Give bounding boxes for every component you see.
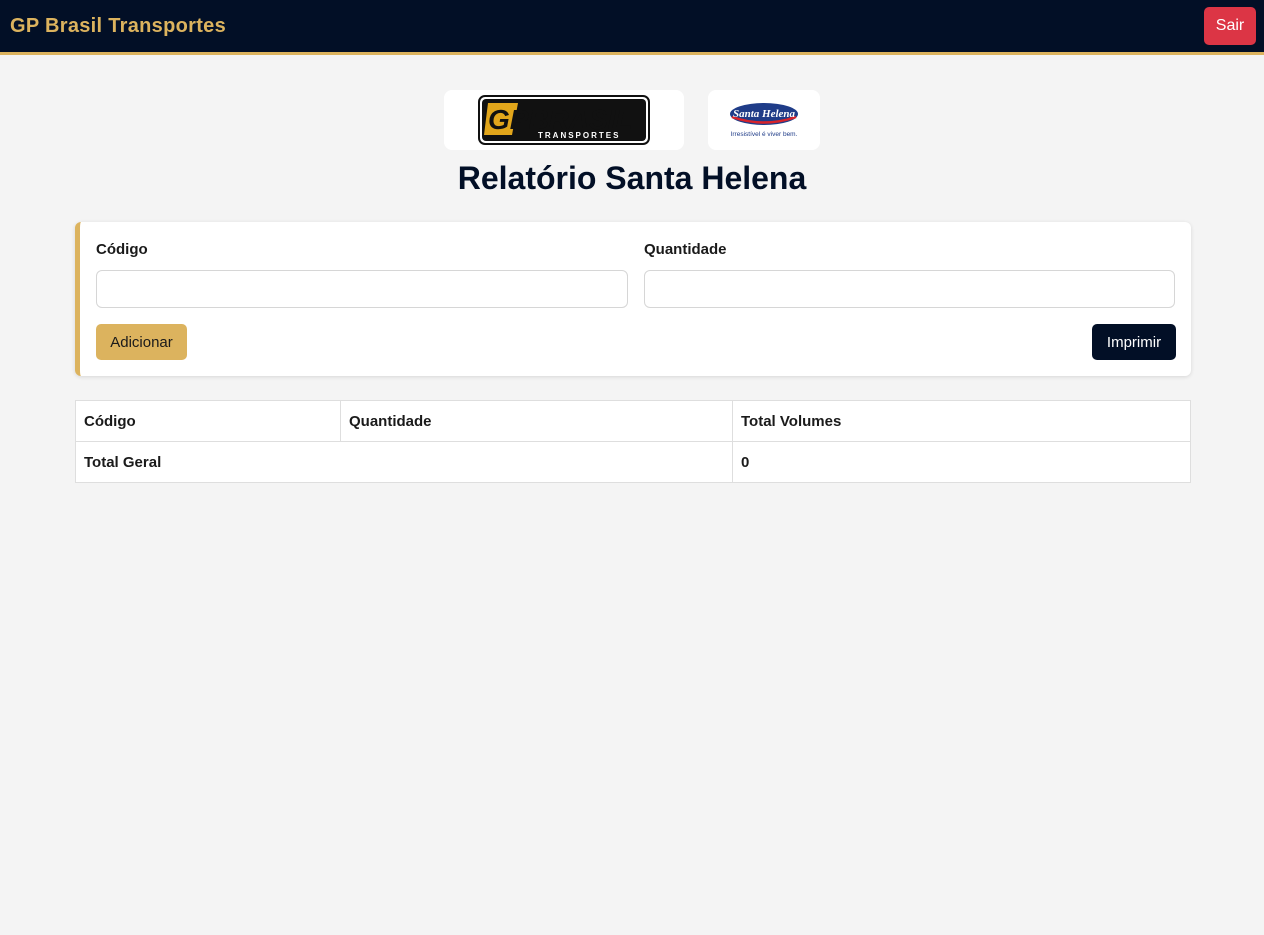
codigo-input[interactable] — [96, 270, 628, 308]
santa-helena-tagline: Irresistível é viver bem. — [731, 131, 798, 138]
print-button[interactable]: Imprimir — [1092, 324, 1176, 360]
table-header-row: Código Quantidade Total Volumes — [75, 400, 1191, 442]
gp-logo-subtext: TRANSPORTES — [538, 131, 620, 140]
codigo-label: Código — [96, 241, 148, 258]
santa-helena-logo-image: Santa Helena Irresistível é viver bem. — [730, 103, 798, 138]
top-navbar: GP Brasil Transportes Sair — [0, 0, 1264, 55]
quantidade-label: Quantidade — [644, 241, 727, 258]
gp-brasil-logo: GPBRASIL TRANSPORTES — [444, 90, 684, 150]
total-row: Total Geral 0 — [75, 441, 1191, 483]
total-geral-value: 0 — [732, 441, 1191, 483]
column-header-codigo: Código — [75, 400, 341, 442]
quantidade-input[interactable] — [644, 270, 1175, 308]
santa-helena-logo: Santa Helena Irresistível é viver bem. — [708, 90, 820, 150]
report-table: Código Quantidade Total Volumes Total Ge… — [75, 400, 1191, 483]
logout-button[interactable]: Sair — [1204, 7, 1256, 45]
brand-title: GP Brasil Transportes — [10, 14, 227, 37]
logos-row: GPBRASIL TRANSPORTES Santa Helena Irresi… — [0, 90, 1264, 150]
column-header-total-volumes: Total Volumes — [732, 400, 1191, 442]
entry-form-card: Código Quantidade Adicionar Imprimir — [75, 222, 1191, 376]
page-title: Relatório Santa Helena — [457, 160, 807, 196]
column-header-quantidade: Quantidade — [340, 400, 733, 442]
total-geral-label: Total Geral — [75, 441, 733, 483]
santa-helena-wordmark: Santa Helena — [733, 108, 796, 120]
gp-brasil-logo-image: GPBRASIL TRANSPORTES — [478, 95, 650, 145]
add-button[interactable]: Adicionar — [96, 324, 187, 360]
